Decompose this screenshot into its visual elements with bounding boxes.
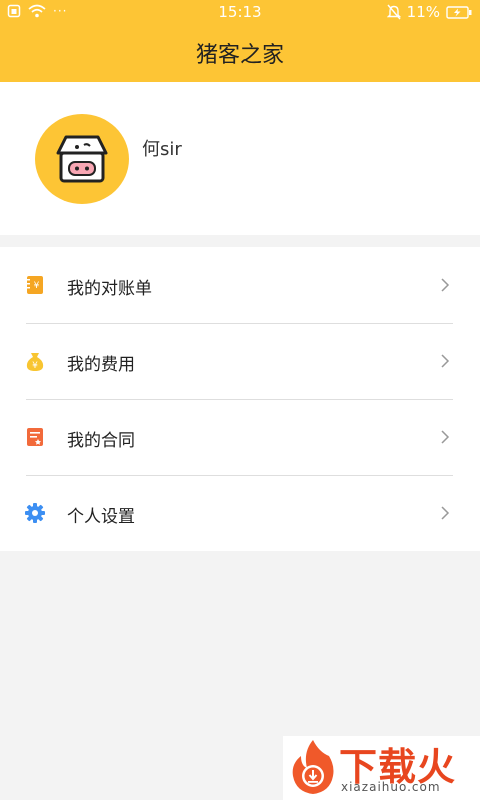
battery-percent: 11% [406,3,440,21]
money-bag-icon: ¥ [26,353,44,371]
pig-house-logo-icon [56,135,108,183]
menu-label-contract: 我的合同 [67,431,135,451]
svg-text:¥: ¥ [34,281,40,291]
avatar[interactable] [35,114,129,204]
chevron-right-icon [441,278,450,292]
menu-label-bill: 我的对账单 [67,279,152,299]
contract-icon [27,428,43,446]
bell-muted-icon [386,4,401,20]
flame-logo-icon [292,740,334,794]
watermark-url: xiazaihuo.com [341,780,441,794]
watermark: 下载火 xiazaihuo.com [283,736,480,800]
menu-item-bill[interactable]: ¥ 我的对账单 [0,247,480,323]
chevron-right-icon [441,354,450,368]
menu-label-fees: 我的费用 [67,355,135,375]
app-header: ··· 15:13 11% 猪客之家 [0,0,480,82]
menu-list: ¥ 我的对账单 ¥ 我的费用 我的合同 个人设置 [0,247,480,551]
bill-icon: ¥ [27,276,43,294]
gear-icon [25,503,45,523]
chevron-right-icon [441,430,450,444]
battery-icon [446,5,472,19]
username: 何sir [142,139,182,160]
menu-label-settings: 个人设置 [67,507,135,527]
page-title: 猪客之家 [195,43,284,68]
menu-item-settings[interactable]: 个人设置 [0,475,480,551]
menu-item-fees[interactable]: ¥ 我的费用 [0,323,480,399]
menu-item-contract[interactable]: 我的合同 [0,399,480,475]
svg-text:¥: ¥ [32,361,38,371]
status-right: 11% [386,3,472,21]
profile-card[interactable]: 何sir [0,82,480,235]
status-bar: ··· 15:13 11% [0,0,480,26]
chevron-right-icon [441,506,450,520]
